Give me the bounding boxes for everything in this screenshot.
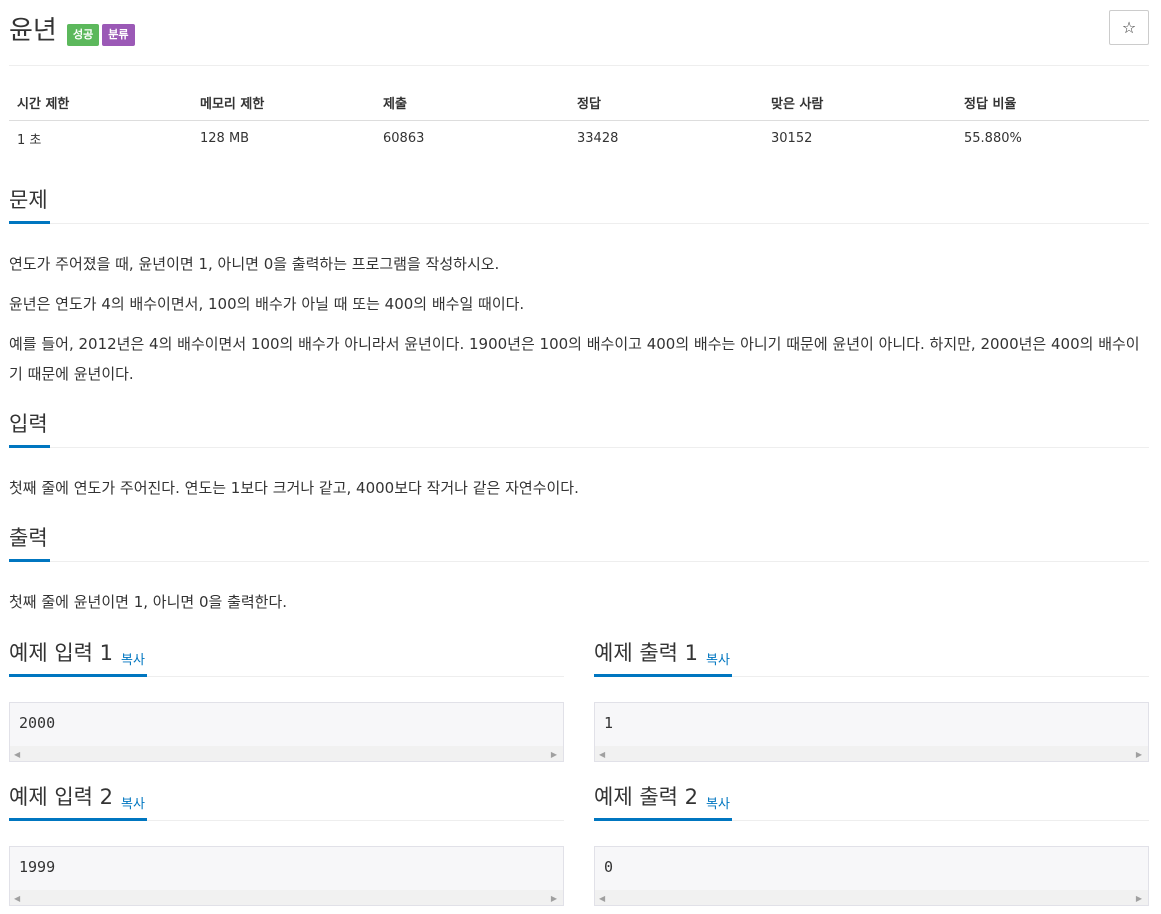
value-memory-limit: 128 MB bbox=[200, 130, 250, 146]
output-section-heading: 출력 bbox=[9, 524, 1149, 562]
copy-sample-input-2-button[interactable]: 복사 bbox=[121, 791, 145, 819]
problem-info-table: 시간 제한 메모리 제한 제출 정답 맞은 사람 정답 비율 1 초 128 M… bbox=[9, 86, 1149, 156]
sample-input-2-value: 1999 bbox=[19, 858, 56, 876]
sample-output-2-heading: 예제 출력 2 복사 bbox=[594, 783, 1149, 821]
problem-heading: 문제 bbox=[9, 186, 50, 224]
sample-input-1-label: 예제 입력 1 복사 bbox=[9, 639, 147, 677]
status-badge-success: 성공 bbox=[67, 24, 100, 46]
horizontal-scrollbar[interactable]: ◀ ▶ bbox=[595, 890, 1148, 905]
scroll-right-icon[interactable]: ▶ bbox=[551, 894, 557, 903]
sample-input-1-heading: 예제 입력 1 복사 bbox=[9, 639, 564, 677]
input-description: 첫째 줄에 연도가 주어진다. 연도는 1보다 크거나 같고, 4000보다 작… bbox=[9, 479, 579, 497]
scroll-right-icon[interactable]: ▶ bbox=[1136, 750, 1142, 759]
output-heading: 출력 bbox=[9, 524, 50, 562]
sample-output-1-value: 1 bbox=[604, 714, 614, 732]
sample-output-1-box[interactable]: 1 ◀ ▶ bbox=[594, 702, 1149, 762]
table-row: 1 초 128 MB 60863 33428 30152 55.880% bbox=[9, 120, 1149, 156]
scroll-left-icon[interactable]: ◀ bbox=[599, 750, 605, 759]
scroll-right-icon[interactable]: ▶ bbox=[1136, 894, 1142, 903]
value-accepted[interactable]: 33428 bbox=[569, 120, 763, 156]
favorite-button[interactable]: ☆ bbox=[1109, 10, 1149, 45]
header-accepted: 정답 bbox=[569, 86, 763, 121]
header-solvers: 맞은 사람 bbox=[763, 86, 956, 121]
header-submissions: 제출 bbox=[375, 86, 569, 121]
sample-output-1-label: 예제 출력 1 복사 bbox=[594, 639, 732, 677]
copy-sample-input-1-button[interactable]: 복사 bbox=[121, 647, 145, 675]
star-icon: ☆ bbox=[1121, 18, 1137, 37]
sample-input-1-value: 2000 bbox=[19, 714, 56, 732]
sample-output-1-heading: 예제 출력 1 복사 bbox=[594, 639, 1149, 677]
sample-output-2-label: 예제 출력 2 복사 bbox=[594, 783, 732, 821]
value-solvers[interactable]: 30152 bbox=[763, 120, 956, 156]
output-description: 첫째 줄에 윤년이면 1, 아니면 0을 출력한다. bbox=[9, 593, 288, 611]
scroll-left-icon[interactable]: ◀ bbox=[14, 750, 20, 759]
sample-input-1-box[interactable]: 2000 ◀ ▶ bbox=[9, 702, 564, 762]
input-heading: 입력 bbox=[9, 410, 50, 448]
value-time-limit: 1 초 bbox=[17, 132, 42, 148]
sample-output-2-value: 0 bbox=[604, 858, 614, 876]
scroll-right-icon[interactable]: ▶ bbox=[551, 750, 557, 759]
problem-paragraph-1: 연도가 주어졌을 때, 윤년이면 1, 아니면 0을 출력하는 프로그램을 작성… bbox=[9, 255, 500, 273]
sample-input-2-box[interactable]: 1999 ◀ ▶ bbox=[9, 846, 564, 906]
scroll-left-icon[interactable]: ◀ bbox=[14, 894, 20, 903]
input-section-heading: 입력 bbox=[9, 410, 1149, 448]
scroll-left-icon[interactable]: ◀ bbox=[599, 894, 605, 903]
horizontal-scrollbar[interactable]: ◀ ▶ bbox=[595, 746, 1148, 761]
value-submissions[interactable]: 60863 bbox=[375, 120, 569, 156]
sample-output-2-box[interactable]: 0 ◀ ▶ bbox=[594, 846, 1149, 906]
problem-title: 윤년 bbox=[9, 16, 57, 46]
problem-section-heading: 문제 bbox=[9, 186, 1149, 224]
problem-header: 윤년 성공 분류 ☆ bbox=[9, 0, 1149, 66]
category-badge[interactable]: 분류 bbox=[102, 24, 135, 46]
copy-sample-output-2-button[interactable]: 복사 bbox=[706, 791, 730, 819]
horizontal-scrollbar[interactable]: ◀ ▶ bbox=[10, 890, 563, 905]
badge-group: 성공 분류 bbox=[67, 24, 135, 46]
header-memory-limit: 메모리 제한 bbox=[192, 86, 375, 121]
sample-input-2-label: 예제 입력 2 복사 bbox=[9, 783, 147, 821]
copy-sample-output-1-button[interactable]: 복사 bbox=[706, 647, 730, 675]
table-header-row: 시간 제한 메모리 제한 제출 정답 맞은 사람 정답 비율 bbox=[9, 86, 1149, 121]
header-accept-rate: 정답 비율 bbox=[956, 86, 1149, 121]
problem-paragraph-2: 윤년은 연도가 4의 배수이면서, 100의 배수가 아닐 때 또는 400의 … bbox=[9, 295, 525, 313]
problem-paragraph-3: 예를 들어, 2012년은 4의 배수이면서 100의 배수가 아니라서 윤년이… bbox=[9, 335, 1140, 383]
header-time-limit: 시간 제한 bbox=[9, 86, 192, 121]
horizontal-scrollbar[interactable]: ◀ ▶ bbox=[10, 746, 563, 761]
sample-input-2-heading: 예제 입력 2 복사 bbox=[9, 783, 564, 821]
value-accept-rate: 55.880% bbox=[964, 130, 1022, 146]
